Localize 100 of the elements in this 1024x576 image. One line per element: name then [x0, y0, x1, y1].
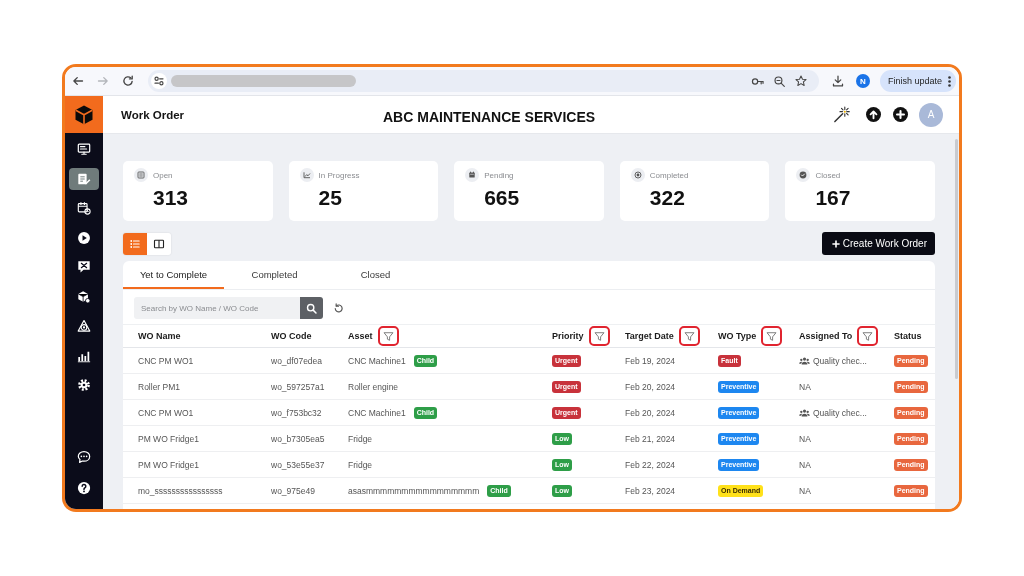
stat-value: 665	[484, 186, 520, 210]
search-button[interactable]	[300, 297, 323, 319]
stat-value: 322	[649, 186, 685, 210]
site-settings-icon[interactable]	[151, 73, 167, 89]
arrow-up-circle-icon[interactable]	[866, 107, 881, 122]
more-icon	[948, 75, 951, 87]
profile-avatar[interactable]: N	[855, 74, 870, 88]
create-work-order-button[interactable]: Create Work Order	[821, 232, 935, 255]
plus-circle-icon[interactable]	[893, 107, 908, 122]
cube-logo-icon[interactable]	[65, 96, 103, 133]
column-header: WO Code	[271, 331, 312, 341]
filter-button[interactable]	[588, 326, 610, 346]
sidebar-item[interactable]	[69, 167, 99, 190]
table-cell: Feb 19, 2024	[625, 355, 676, 366]
table-cell: Feb 20, 2024	[625, 407, 676, 418]
play-icon	[77, 230, 91, 245]
table-cell: CNC PM WO1	[138, 355, 194, 366]
back-arrow-icon[interactable]	[72, 75, 84, 87]
stat-value: 167	[815, 186, 851, 210]
magic-wand-icon[interactable]	[833, 106, 850, 123]
filter-button[interactable]	[857, 326, 879, 346]
table-cell: Roller engine	[348, 381, 399, 392]
plus-icon	[831, 239, 840, 248]
table-cell: Fridge	[348, 433, 373, 444]
view-toggle[interactable]	[147, 232, 171, 255]
table-cell: Quality chec...	[813, 355, 867, 366]
table-cell: NA	[799, 459, 811, 470]
stat-card[interactable]: In Progress 25	[288, 161, 439, 221]
table-cell: CNC Machine1	[348, 355, 406, 366]
filter-button[interactable]	[678, 326, 700, 346]
page-title: Work Order	[121, 108, 186, 121]
company-name: ABC MAINTENANCE SERVICES	[383, 108, 596, 125]
help-icon	[77, 481, 91, 495]
filter-icon	[766, 330, 778, 342]
columns-view-icon	[153, 237, 165, 250]
search-icon	[306, 302, 317, 314]
table-cell: Fridge	[348, 459, 373, 470]
filter-button[interactable]	[761, 326, 783, 346]
list-icon	[134, 168, 148, 182]
calendar-icon	[77, 201, 91, 215]
stat-value: 313	[153, 186, 189, 210]
stat-card[interactable]: Closed 167	[785, 161, 935, 221]
list-view-icon	[129, 237, 141, 250]
table-cell: wo_b7305ea5	[271, 433, 325, 444]
table-cell: NA	[799, 381, 811, 392]
gear-icon	[77, 378, 91, 392]
table-cell: wo_53e55e37	[271, 459, 325, 470]
reset-icon[interactable]	[333, 302, 344, 314]
table-cell: mo_ssssssssssssssss	[138, 485, 223, 496]
tab[interactable]: Closed	[325, 261, 426, 289]
people-icon	[799, 408, 810, 417]
tools-icon	[77, 260, 91, 274]
clipboard-icon	[77, 171, 91, 186]
monitor-icon	[77, 142, 91, 156]
view-toggle[interactable]	[123, 232, 147, 255]
star-icon[interactable]	[794, 75, 807, 87]
tab[interactable]: Completed	[224, 261, 325, 289]
stat-label: In Progress	[318, 170, 360, 180]
people-icon	[799, 356, 810, 365]
filter-button[interactable]	[377, 326, 399, 346]
update-button[interactable]: Finish update	[879, 70, 956, 92]
triangle-icon	[77, 319, 91, 333]
filter-icon	[862, 330, 874, 342]
scrollbar-thumb[interactable]	[955, 139, 958, 379]
filter-icon	[382, 330, 394, 342]
column-header: WO Name	[138, 331, 181, 341]
stat-card[interactable]: Completed 322	[619, 161, 770, 221]
table-cell: wo_f753bc32	[271, 407, 322, 418]
column-header: Asset	[348, 331, 373, 341]
column-header: Priority	[552, 331, 584, 341]
table-cell: wo_597257a1	[271, 381, 325, 392]
column-header: WO Type	[718, 331, 757, 341]
table-cell: Quality chec...	[813, 407, 867, 418]
table-cell: CNC PM WO1	[138, 407, 194, 418]
filter-icon	[593, 330, 605, 342]
package-icon	[77, 289, 91, 304]
table-cell: Roller PM1	[138, 381, 181, 392]
table-cell: PM WO Fridge1	[138, 459, 199, 470]
key-icon[interactable]	[750, 76, 764, 86]
table-cell: Feb 21, 2024	[625, 433, 676, 444]
stat-label: Pending	[484, 170, 514, 180]
table-cell: Feb 23, 2024	[625, 485, 676, 496]
check-circle-icon	[796, 168, 811, 182]
table-cell: asasmmmmmmmmmmmmmmmm	[348, 485, 480, 496]
stat-label: Completed	[649, 170, 689, 180]
column-header: Assigned To	[799, 331, 853, 341]
table-cell: PM WO Fridge1	[138, 433, 199, 444]
table-cell: wo_df07edea	[271, 355, 323, 366]
stat-card[interactable]: Pending 665	[454, 161, 604, 221]
stat-label: Closed	[815, 170, 841, 180]
zoom-icon[interactable]	[773, 75, 785, 87]
stat-card[interactable]: Open 313	[123, 161, 273, 221]
filter-icon	[683, 330, 695, 342]
stat-value: 25	[318, 186, 342, 210]
column-header: Status	[894, 331, 922, 341]
table-cell: CNC Machine1	[348, 407, 406, 418]
search-field[interactable]: Search by WO Name / WO Code	[134, 297, 300, 319]
download-icon[interactable]	[831, 75, 844, 87]
reload-icon[interactable]	[122, 75, 134, 87]
tab[interactable]: Yet to Complete	[123, 261, 224, 289]
